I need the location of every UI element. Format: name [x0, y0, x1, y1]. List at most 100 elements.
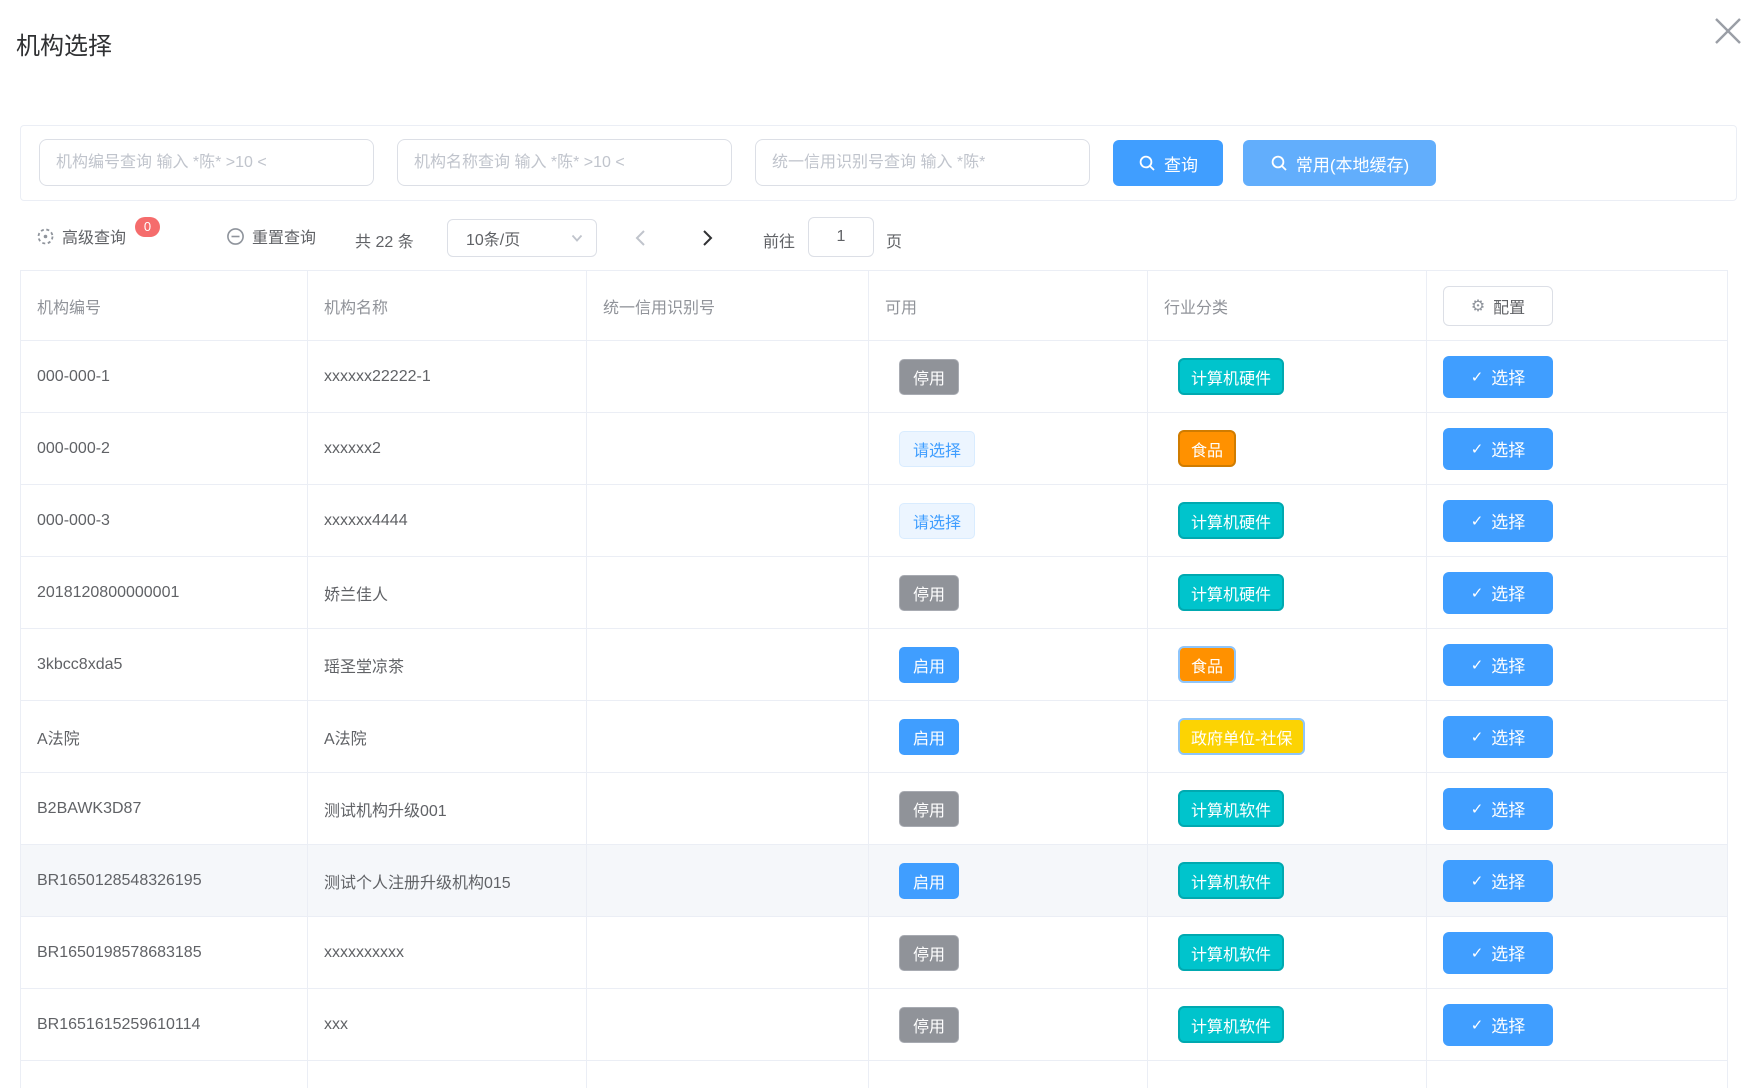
reset-query-button[interactable]: 重置查询 — [226, 224, 316, 248]
select-button-label: 选择 — [1491, 364, 1525, 389]
select-button[interactable]: ✓ 选择 — [1443, 932, 1553, 974]
org-name-cell: xxx — [308, 989, 587, 1060]
query-button[interactable]: 查询 — [1113, 140, 1223, 186]
credit-code-cell — [587, 629, 869, 700]
table-row: B2BAWK3D87 测试机构升级001 停用 计算机软件 ✓ 选择 — [21, 773, 1727, 845]
select-button-label: 选择 — [1491, 1012, 1525, 1037]
credit-code-cell — [587, 413, 869, 484]
select-button-label: 选择 — [1491, 652, 1525, 677]
select-button[interactable]: ✓ 选择 — [1443, 572, 1553, 614]
select-button-label: 选择 — [1491, 436, 1525, 461]
advanced-query-button[interactable]: 高级查询 0 — [36, 224, 160, 248]
check-icon: ✓ — [1471, 872, 1484, 890]
chevron-down-icon — [570, 231, 584, 245]
search-icon — [1270, 154, 1288, 172]
table-row: A法院 A法院 启用 政府单位-社保 ✓ 选择 — [21, 701, 1727, 773]
chevron-right-icon — [699, 229, 715, 247]
org-code-cell: 000-000-1 — [21, 341, 308, 412]
common-cache-button-label: 常用(本地缓存) — [1296, 151, 1409, 176]
org-name-cell: 娇兰佳人 — [308, 557, 587, 628]
header-credit-code: 统一信用识别号 — [587, 271, 869, 340]
org-name-cell: xxxxxx2 — [308, 413, 587, 484]
status-badge[interactable]: 请选择 — [899, 431, 975, 467]
industry-tag[interactable]: 计算机软件 — [1178, 790, 1284, 827]
industry-tag[interactable]: 食品 — [1178, 646, 1236, 683]
org-name-input[interactable] — [397, 139, 732, 186]
select-button[interactable]: ✓ 选择 — [1443, 788, 1553, 830]
org-code-cell: 000-000-3 — [21, 485, 308, 556]
advanced-query-label: 高级查询 — [62, 224, 126, 248]
table-row: 000-000-1 xxxxxx22222-1 停用 计算机硬件 ✓ 选择 — [21, 341, 1727, 413]
industry-tag[interactable]: 计算机硬件 — [1178, 574, 1284, 611]
select-button[interactable]: ✓ 选择 — [1443, 860, 1553, 902]
org-name-cell: 测试个人注册升级机构015 — [308, 845, 587, 916]
header-org-code: 机构编号 — [21, 271, 308, 340]
search-panel: 查询 常用(本地缓存) — [20, 125, 1737, 201]
check-icon: ✓ — [1471, 368, 1484, 386]
advanced-query-icon — [36, 227, 55, 246]
check-icon: ✓ — [1471, 728, 1484, 746]
status-badge[interactable]: 启用 — [899, 863, 959, 899]
reset-query-label: 重置查询 — [252, 224, 316, 248]
status-badge[interactable]: 停用 — [899, 935, 959, 971]
check-icon: ✓ — [1471, 944, 1484, 962]
industry-tag[interactable]: 食品 — [1178, 430, 1236, 467]
industry-tag[interactable]: 计算机软件 — [1178, 934, 1284, 971]
status-badge[interactable]: 请选择 — [899, 503, 975, 539]
config-button[interactable]: ⚙ 配置 — [1443, 286, 1553, 326]
industry-tag[interactable]: 计算机软件 — [1178, 862, 1284, 899]
reset-icon — [226, 227, 245, 246]
select-button-label: 选择 — [1491, 940, 1525, 965]
credit-code-cell — [587, 341, 869, 412]
status-badge[interactable]: 启用 — [899, 719, 959, 755]
credit-code-cell — [587, 485, 869, 556]
credit-code-input[interactable] — [755, 139, 1090, 186]
industry-tag[interactable]: 计算机硬件 — [1178, 502, 1284, 539]
close-icon — [1710, 13, 1746, 49]
check-icon: ✓ — [1471, 1016, 1484, 1034]
credit-code-cell — [587, 773, 869, 844]
org-code-cell: 3kbcc8xda5 — [21, 629, 308, 700]
org-code-cell: A法院 — [21, 701, 308, 772]
industry-tag[interactable]: 计算机硬件 — [1178, 358, 1284, 395]
org-code-cell: BR1650128548326195 — [21, 845, 308, 916]
select-button[interactable]: ✓ 选择 — [1443, 644, 1553, 686]
status-badge[interactable]: 停用 — [899, 791, 959, 827]
check-icon: ✓ — [1471, 440, 1484, 458]
credit-code-cell — [587, 557, 869, 628]
goto-page-input[interactable] — [808, 217, 874, 257]
select-button-label: 选择 — [1491, 724, 1525, 749]
select-button[interactable]: ✓ 选择 — [1443, 356, 1553, 398]
check-icon: ✓ — [1471, 800, 1484, 818]
industry-tag[interactable]: 政府单位-社保 — [1178, 718, 1305, 755]
table-header-row: 机构编号 机构名称 统一信用识别号 可用 行业分类 ⚙ 配置 — [21, 271, 1727, 341]
select-button-label: 选择 — [1491, 868, 1525, 893]
industry-tag[interactable]: 计算机软件 — [1178, 1006, 1284, 1043]
page-size-value: 10条/页 — [466, 226, 520, 250]
page-title: 机构选择 — [16, 26, 112, 61]
status-badge[interactable]: 停用 — [899, 575, 959, 611]
table-row: 000-000-3 xxxxxx4444 请选择 计算机硬件 ✓ 选择 — [21, 485, 1727, 557]
check-icon: ✓ — [1471, 656, 1484, 674]
status-badge[interactable]: 停用 — [899, 1007, 959, 1043]
org-name-cell: xxxxxx4444 — [308, 485, 587, 556]
credit-code-cell — [587, 917, 869, 988]
select-button[interactable]: ✓ 选择 — [1443, 428, 1553, 470]
next-page-button[interactable] — [692, 222, 722, 254]
close-button[interactable] — [1706, 10, 1750, 54]
org-code-cell: BR1651615259610114 — [21, 989, 308, 1060]
page-size-select[interactable]: 10条/页 — [447, 219, 597, 257]
select-button[interactable]: ✓ 选择 — [1443, 500, 1553, 542]
select-button-label: 选择 — [1491, 580, 1525, 605]
total-count-label: 共 22 条 — [355, 228, 414, 252]
select-button[interactable]: ✓ 选择 — [1443, 716, 1553, 758]
status-badge[interactable]: 停用 — [899, 359, 959, 395]
status-badge[interactable]: 启用 — [899, 647, 959, 683]
common-cache-button[interactable]: 常用(本地缓存) — [1243, 140, 1436, 186]
prev-page-button[interactable] — [626, 222, 656, 254]
select-button[interactable]: ✓ 选择 — [1443, 1004, 1553, 1046]
select-button-label: 选择 — [1491, 796, 1525, 821]
table-body: 000-000-1 xxxxxx22222-1 停用 计算机硬件 ✓ 选择 00… — [21, 341, 1727, 1061]
table-row: 000-000-2 xxxxxx2 请选择 食品 ✓ 选择 — [21, 413, 1727, 485]
org-code-input[interactable] — [39, 139, 374, 186]
